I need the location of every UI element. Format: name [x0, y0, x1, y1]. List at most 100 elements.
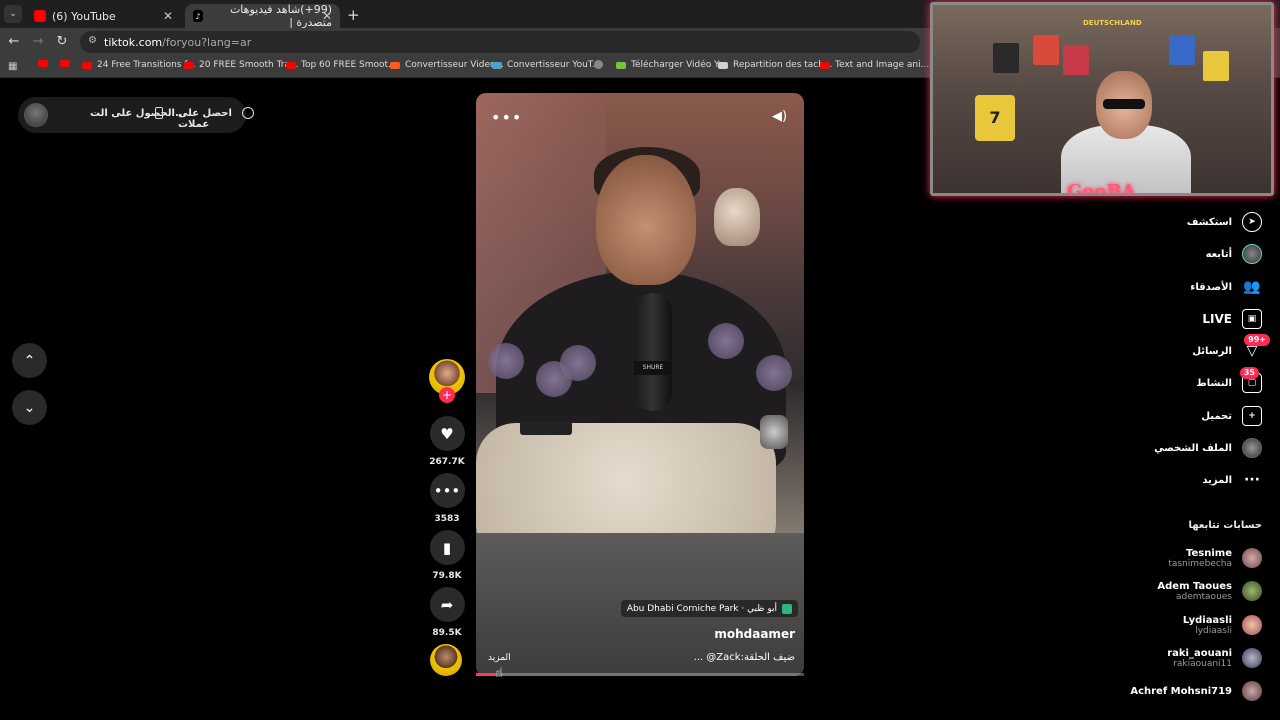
nav-profile[interactable]: الملف الشخصي [1154, 436, 1262, 460]
tab-search-button[interactable]: ⌄ [4, 5, 22, 23]
shirt-pattern [708, 323, 744, 359]
bookmark-icon[interactable]: ▮ [429, 530, 465, 565]
video-caption: ضيف الحلقة:Zack@ ... [693, 652, 795, 663]
youtube-icon [286, 61, 296, 69]
bookmark-item[interactable]: Text and Image ani... [820, 60, 929, 70]
get-app-label[interactable]: الحصول على الت... [90, 108, 186, 119]
progress-fill [476, 673, 496, 676]
bookmark-item[interactable]: Convertisseur Video... [390, 60, 504, 70]
video-progress-bar[interactable] [476, 673, 804, 676]
bookmark-item[interactable]: Repartition des tach... [718, 60, 833, 70]
url-path: /foryou?lang=ar [162, 35, 252, 49]
following-avatar-icon [1242, 244, 1262, 264]
location-label: Abu Dhabi Corniche Park · أبو ظبي [626, 603, 777, 614]
tab-tiktok[interactable]: ♪ (99+)شاهد فيديوهات متصدرة | ✕ [185, 3, 340, 29]
bookmark-item[interactable]: 20 FREE Smooth Tra... [184, 60, 299, 70]
forward-button[interactable]: → [30, 34, 46, 49]
location-tag[interactable]: Abu Dhabi Corniche Park · أبو ظبي [620, 600, 798, 617]
microphone [634, 293, 672, 411]
nav-label: الرسائل [1192, 345, 1232, 357]
site-info-icon[interactable]: ⚙ [88, 35, 97, 46]
activity-icon: ▢ 35 [1239, 367, 1262, 393]
account-name: Adem Taoues [1157, 580, 1232, 592]
more-options-icon[interactable]: ••• [491, 108, 522, 127]
wall-poster [993, 43, 1019, 73]
account-item[interactable]: raki_aouani rakiaouani11 [1167, 643, 1262, 673]
youtube-icon [60, 60, 70, 67]
video-player[interactable]: SHURE [476, 93, 804, 676]
heart-icon[interactable]: ♥ [429, 416, 465, 451]
account-item[interactable]: Adem Taoues ademtaoues [1157, 576, 1262, 606]
profile-avatar[interactable] [24, 103, 48, 127]
account-avatar [1242, 581, 1262, 601]
address-bar[interactable]: ⚙ tiktok.com/foryou?lang=ar [80, 31, 920, 53]
creator-avatar[interactable]: + [428, 359, 466, 403]
like-action[interactable]: ♥ 267.7K [428, 416, 466, 467]
reload-button[interactable]: ↻ [54, 34, 70, 49]
share-action[interactable]: ➦ 89.5K [428, 587, 466, 638]
close-icon[interactable]: ✕ [163, 9, 173, 23]
comment-count: 3583 [434, 514, 460, 524]
volume-icon[interactable]: ◀) [772, 109, 787, 124]
friends-icon: 👥 [1243, 279, 1261, 295]
nav-label: أتابعه [1205, 248, 1232, 260]
mic-brand: SHURE [634, 361, 672, 375]
nav-upload[interactable]: تحميل + [1201, 404, 1262, 428]
previous-video-button[interactable]: ⌃ [12, 343, 47, 378]
url-host: tiktok.com [104, 35, 163, 49]
account-item[interactable]: Lydiaasli lydiaasli [1183, 610, 1262, 640]
phone-prop [520, 421, 572, 435]
close-icon[interactable]: ✕ [322, 9, 332, 23]
youtube-icon [38, 60, 48, 67]
save-count: 79.8K [432, 571, 462, 581]
next-video-button[interactable]: ⌄ [12, 390, 47, 425]
nav-activity[interactable]: النشاط ▢ 35 [1196, 367, 1262, 395]
more-caption-link[interactable]: المزيد [488, 653, 511, 663]
wall-poster [1033, 35, 1059, 65]
comment-action[interactable]: ••• 3583 [428, 473, 466, 524]
nav-friends[interactable]: الأصدقاء 👥 [1190, 275, 1262, 299]
shirt-pattern [536, 361, 572, 397]
nav-label: الملف الشخصي [1154, 442, 1232, 454]
chevron-down-icon: ⌄ [23, 399, 36, 416]
bookmark-item[interactable]: Télécharger Vidéo Y... [616, 60, 726, 70]
sound-disc[interactable] [430, 644, 462, 676]
account-handle: ademtaoues [1175, 591, 1232, 602]
bookmark-item[interactable]: Convertisseur YouT... [492, 60, 601, 70]
video-author[interactable]: mohdaamer [714, 627, 795, 641]
account-avatar [1242, 648, 1262, 668]
top-actions-pill: الحصول على الت... احصل على عملات [18, 97, 254, 133]
converter-icon [492, 61, 502, 69]
bookmark-youtube[interactable] [60, 60, 75, 67]
account-item[interactable]: Tesnime tasnimebecha [1168, 543, 1262, 573]
get-coins-label[interactable]: احصل على عملات [178, 108, 246, 130]
comment-icon[interactable]: ••• [429, 473, 465, 508]
bookmark-globe[interactable] [594, 60, 608, 69]
nav-live[interactable]: LIVE ▣ [1202, 307, 1262, 331]
nav-messages[interactable]: الرسائل ▽ 99+ [1192, 334, 1270, 363]
skull-decoration [714, 188, 760, 246]
nav-label: استكشف [1186, 216, 1232, 228]
follow-plus-icon[interactable]: + [439, 387, 455, 403]
bookmark-item[interactable]: 24 Free Transitions f... [82, 60, 195, 70]
save-action[interactable]: ▮ 79.8K [428, 530, 466, 581]
document-icon [718, 61, 728, 69]
account-item[interactable]: Achref Mohsni719 [1130, 676, 1262, 706]
back-button[interactable]: ← [6, 34, 22, 49]
tab-youtube[interactable]: (6) YouTube ✕ [26, 4, 181, 28]
profile-avatar-icon [1242, 438, 1262, 458]
bookmark-item[interactable]: Top 60 FREE Smoot... [286, 60, 397, 70]
account-avatar [1242, 548, 1262, 568]
webcam-banner: DEUTSCHLAND [1083, 19, 1142, 27]
nav-more[interactable]: المزيد ··· [1202, 468, 1262, 492]
phone-icon [155, 107, 163, 119]
youtube-icon [184, 61, 194, 69]
nav-following[interactable]: أتابعه [1206, 242, 1262, 266]
new-tab-button[interactable]: + [347, 6, 360, 24]
apps-grid-icon[interactable]: ▦ [8, 61, 17, 72]
tab-title: (6) YouTube [52, 9, 116, 23]
mouse-cursor-icon: ☝ [495, 666, 503, 681]
share-icon[interactable]: ➦ [429, 587, 465, 622]
nav-explore[interactable]: استكشف ➤ [1187, 210, 1262, 234]
bookmark-youtube[interactable] [38, 60, 53, 67]
